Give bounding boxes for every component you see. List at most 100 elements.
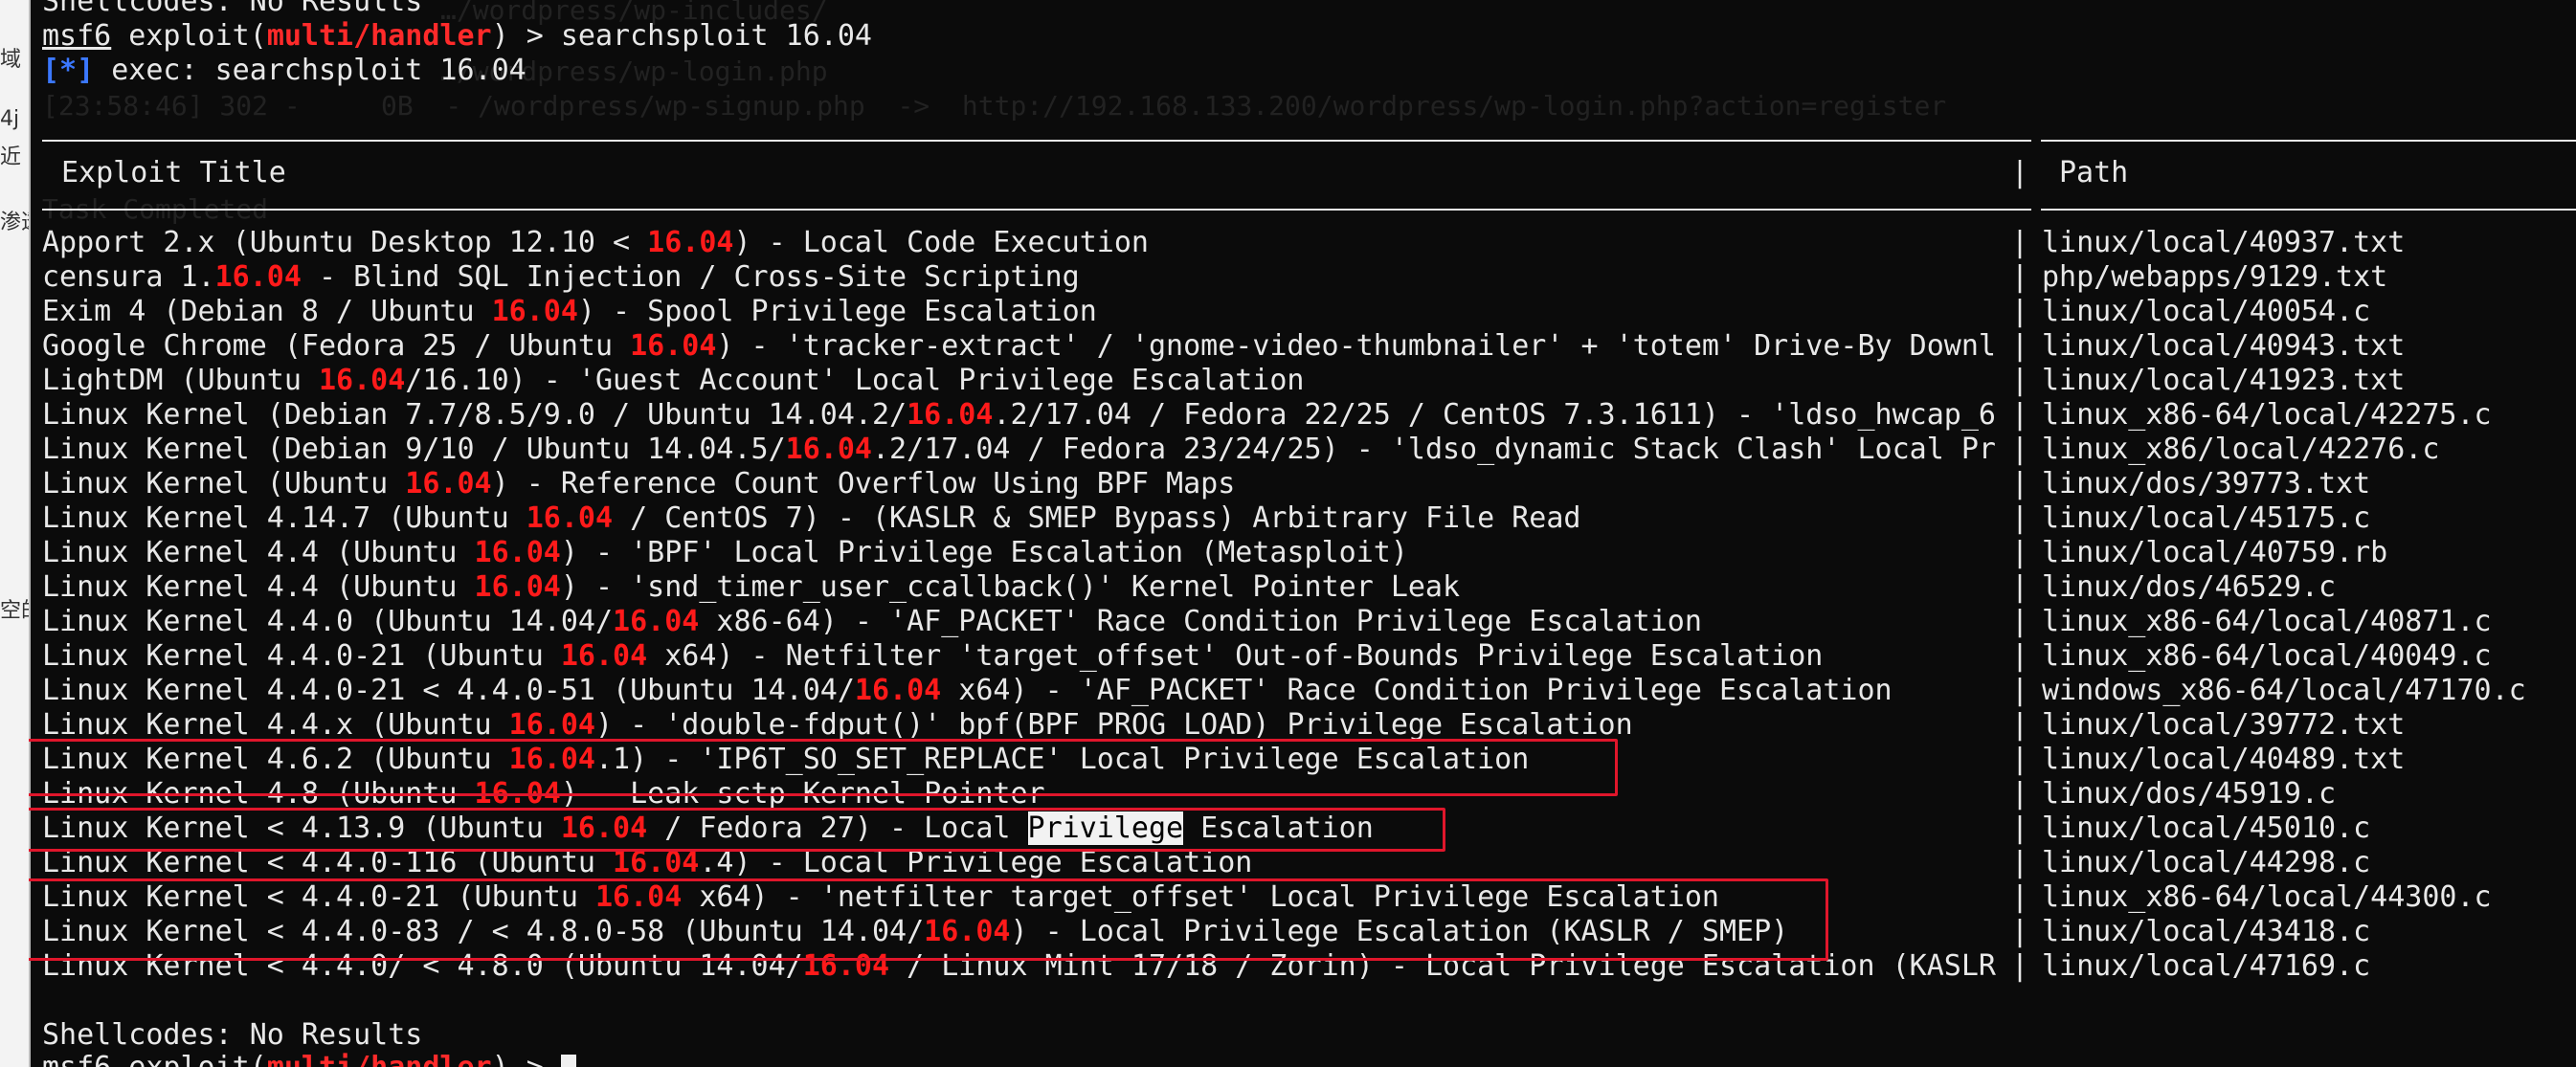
exploit-title-text: censura 1. xyxy=(42,260,215,294)
exploit-title-text: ) - Reference Count Overflow Using BPF M… xyxy=(491,467,1236,500)
search-match: 16.04 xyxy=(594,880,683,914)
exploit-title-text: Apport 2.x (Ubuntu Desktop 12.10 < xyxy=(42,226,648,259)
result-row: Linux Kernel 4.4 (Ubuntu 16.04) - 'snd_t… xyxy=(42,570,1460,605)
exploit-path: php/webapps/9129.txt xyxy=(2042,260,2388,294)
exploit-title-text: Linux Kernel < 4.4.0-21 (Ubuntu xyxy=(42,880,595,914)
search-match: 16.04 xyxy=(491,295,578,328)
column-divider: | xyxy=(2011,226,2029,259)
exploit-title-text: ) - Local Code Execution xyxy=(733,226,1149,259)
prompt-line: msf6 exploit(multi/handler) > searchsplo… xyxy=(42,19,872,54)
exploit-title-text: Exim 4 (Debian 8 / Ubuntu xyxy=(42,295,492,328)
search-match: 16.04 xyxy=(526,501,614,535)
shellcodes-line: Shellcodes: No Results xyxy=(42,1018,423,1052)
header-rule-top xyxy=(42,140,2031,142)
exploit-title-text: x86-64) - 'AF_PACKET' Race Condition Pri… xyxy=(699,605,1702,638)
result-row: Linux Kernel (Ubuntu 16.04) - Reference … xyxy=(42,467,1235,501)
prompt-mid: exploit( xyxy=(111,19,267,53)
column-divider: | xyxy=(2011,570,2029,604)
exploit-title-text: ) - Local Privilege Escalation (KASLR / … xyxy=(1010,915,1789,948)
column-header-title: Exploit Title xyxy=(61,156,286,189)
exploit-path: linux/local/40489.txt xyxy=(2042,743,2406,776)
prompt-msf: msf6 xyxy=(42,1051,111,1067)
terminal-window[interactable]: …/wordpress/wp-includes/ …/wordpress/wp-… xyxy=(29,0,2576,1067)
exploit-title-text: - Blind SQL Injection / Cross-Site Scrip… xyxy=(301,260,1080,294)
search-match: 16.04 xyxy=(613,605,700,638)
exploit-title-text: ) - Leak sctp Kernel Pointer xyxy=(560,777,1045,811)
exploit-path: linux_x86-64/local/40871.c xyxy=(2042,605,2492,638)
column-divider: | xyxy=(2011,433,2029,466)
column-divider: | xyxy=(2011,743,2029,776)
exploit-title-text: Google Chrome (Fedora 25 / Ubuntu xyxy=(42,329,631,363)
exploit-title-text: Linux Kernel 4.4 (Ubuntu xyxy=(42,536,475,569)
exploit-path: linux_x86-64/local/44300.c xyxy=(2042,880,2492,914)
column-divider: | xyxy=(2011,811,2029,845)
result-row: LightDM (Ubuntu 16.04/16.10) - 'Guest Ac… xyxy=(42,364,1305,398)
exploit-path: linux/local/41923.txt xyxy=(2042,364,2406,397)
result-row: Linux Kernel (Debian 7.7/8.5/9.0 / Ubunt… xyxy=(42,398,1996,433)
exploit-title-text: ) - 'snd_timer_user_ccallback()' Kernel … xyxy=(560,570,1461,604)
side-char: 域 xyxy=(0,48,22,72)
exploit-title-text: LightDM (Ubuntu xyxy=(42,364,319,397)
exploit-title-text: Escalation xyxy=(1183,811,1374,845)
result-row: Exim 4 (Debian 8 / Ubuntu 16.04) - Spool… xyxy=(42,295,1097,329)
search-match: 16.04 xyxy=(802,949,890,983)
exploit-title-text: Linux Kernel 4.4.0-21 (Ubuntu xyxy=(42,639,561,673)
exploit-title-text: Linux Kernel 4.4 (Ubuntu xyxy=(42,570,475,604)
header-rule-bottom-path xyxy=(2041,209,2576,211)
result-row: Linux Kernel < 4.4.0/ < 4.8.0 (Ubuntu 14… xyxy=(42,949,1996,984)
search-match: 16.04 xyxy=(907,398,994,432)
exploit-path: windows_x86-64/local/47170.c xyxy=(2042,674,2526,707)
result-row: censura 1.16.04 - Blind SQL Injection / … xyxy=(42,260,1080,295)
exploit-title-text: / Linux Mint 17/18 / Zorin) - Local Priv… xyxy=(889,949,1996,983)
header-rule-bottom xyxy=(42,209,2031,211)
exploit-title-text: Linux Kernel < 4.4.0-83 / < 4.8.0-58 (Ub… xyxy=(42,915,925,948)
exploit-path: linux/local/45175.c xyxy=(2042,501,2371,535)
search-match: 16.04 xyxy=(630,329,717,363)
result-row: Linux Kernel 4.4.0-21 < 4.4.0-51 (Ubuntu… xyxy=(42,674,1893,708)
exploit-path: linux/local/43418.c xyxy=(2042,915,2371,948)
exploit-title-text: Linux Kernel 4.4.0 (Ubuntu 14.04/ xyxy=(42,605,614,638)
column-divider: | xyxy=(2011,846,2029,879)
prompt-line[interactable]: msf6 exploit(multi/handler) > xyxy=(42,1051,576,1067)
result-row: Linux Kernel 4.4.0-21 (Ubuntu 16.04 x64)… xyxy=(42,639,1823,674)
column-divider: | xyxy=(2011,156,2029,189)
exploit-title-text: Linux Kernel (Ubuntu xyxy=(42,467,406,500)
exploit-title-text: Linux Kernel 4.8 (Ubuntu xyxy=(42,777,475,811)
exploit-title-text: Linux Kernel (Debian 7.7/8.5/9.0 / Ubunt… xyxy=(42,398,907,432)
exploit-path: linux/local/40943.txt xyxy=(2042,329,2406,363)
prompt-module: multi/handler xyxy=(266,19,492,53)
exploit-title-text: ) - 'BPF' Local Privilege Escalation (Me… xyxy=(560,536,1408,569)
exploit-title-text: x64) - Netfilter 'target_offset' Out-of-… xyxy=(647,639,1824,673)
exploit-path: linux/local/40054.c xyxy=(2042,295,2371,328)
prompt-module: multi/handler xyxy=(267,1051,492,1067)
result-row: Linux Kernel 4.8 (Ubuntu 16.04) - Leak s… xyxy=(42,777,1045,811)
exploit-title-text: Linux Kernel < 4.4.0/ < 4.8.0 (Ubuntu 14… xyxy=(42,949,803,983)
exploit-path: linux_x86/local/42276.c xyxy=(2042,433,2440,466)
column-divider: | xyxy=(2011,639,2029,673)
column-divider: | xyxy=(2011,777,2029,811)
exploit-path: linux/dos/39773.txt xyxy=(2042,467,2371,500)
search-match: 16.04 xyxy=(647,226,734,259)
exploit-title-text: /16.10) - 'Guest Account' Local Privileg… xyxy=(405,364,1305,397)
prompt-end: ) > xyxy=(492,1051,561,1067)
exploit-path: linux/local/39772.txt xyxy=(2042,708,2406,742)
result-row: Linux Kernel 4.4.x (Ubuntu 16.04) - 'dou… xyxy=(42,708,1633,743)
column-header-path: Path xyxy=(2059,156,2129,189)
exploit-title-text: Linux Kernel (Debian 9/10 / Ubuntu 14.04… xyxy=(42,433,786,466)
exploit-path: linux/local/44298.c xyxy=(2042,846,2371,879)
search-match: 16.04 xyxy=(214,260,302,294)
exploit-title-text: .2/17.04 / Fedora 22/25 / CentOS 7.3.161… xyxy=(993,398,1996,432)
exploit-title-text: .4) - Local Privilege Escalation xyxy=(699,846,1253,879)
exploit-title-text: ) - 'double-fdput()' bpf(BPF_PROG_LOAD) … xyxy=(594,708,1633,742)
search-match: 16.04 xyxy=(924,915,1011,948)
side-char: 渗透 xyxy=(0,211,29,234)
result-row: Linux Kernel 4.14.7 (Ubuntu 16.04 / Cent… xyxy=(42,501,1581,536)
column-divider: | xyxy=(2011,605,2029,638)
search-match: 16.04 xyxy=(613,846,700,879)
column-divider: | xyxy=(2011,398,2029,432)
result-row: Linux Kernel < 4.4.0-116 (Ubuntu 16.04.4… xyxy=(42,846,1252,880)
column-divider: | xyxy=(2011,915,2029,948)
column-divider: | xyxy=(2011,674,2029,707)
info-marker: [*] xyxy=(42,54,95,87)
column-divider: | xyxy=(2011,708,2029,742)
